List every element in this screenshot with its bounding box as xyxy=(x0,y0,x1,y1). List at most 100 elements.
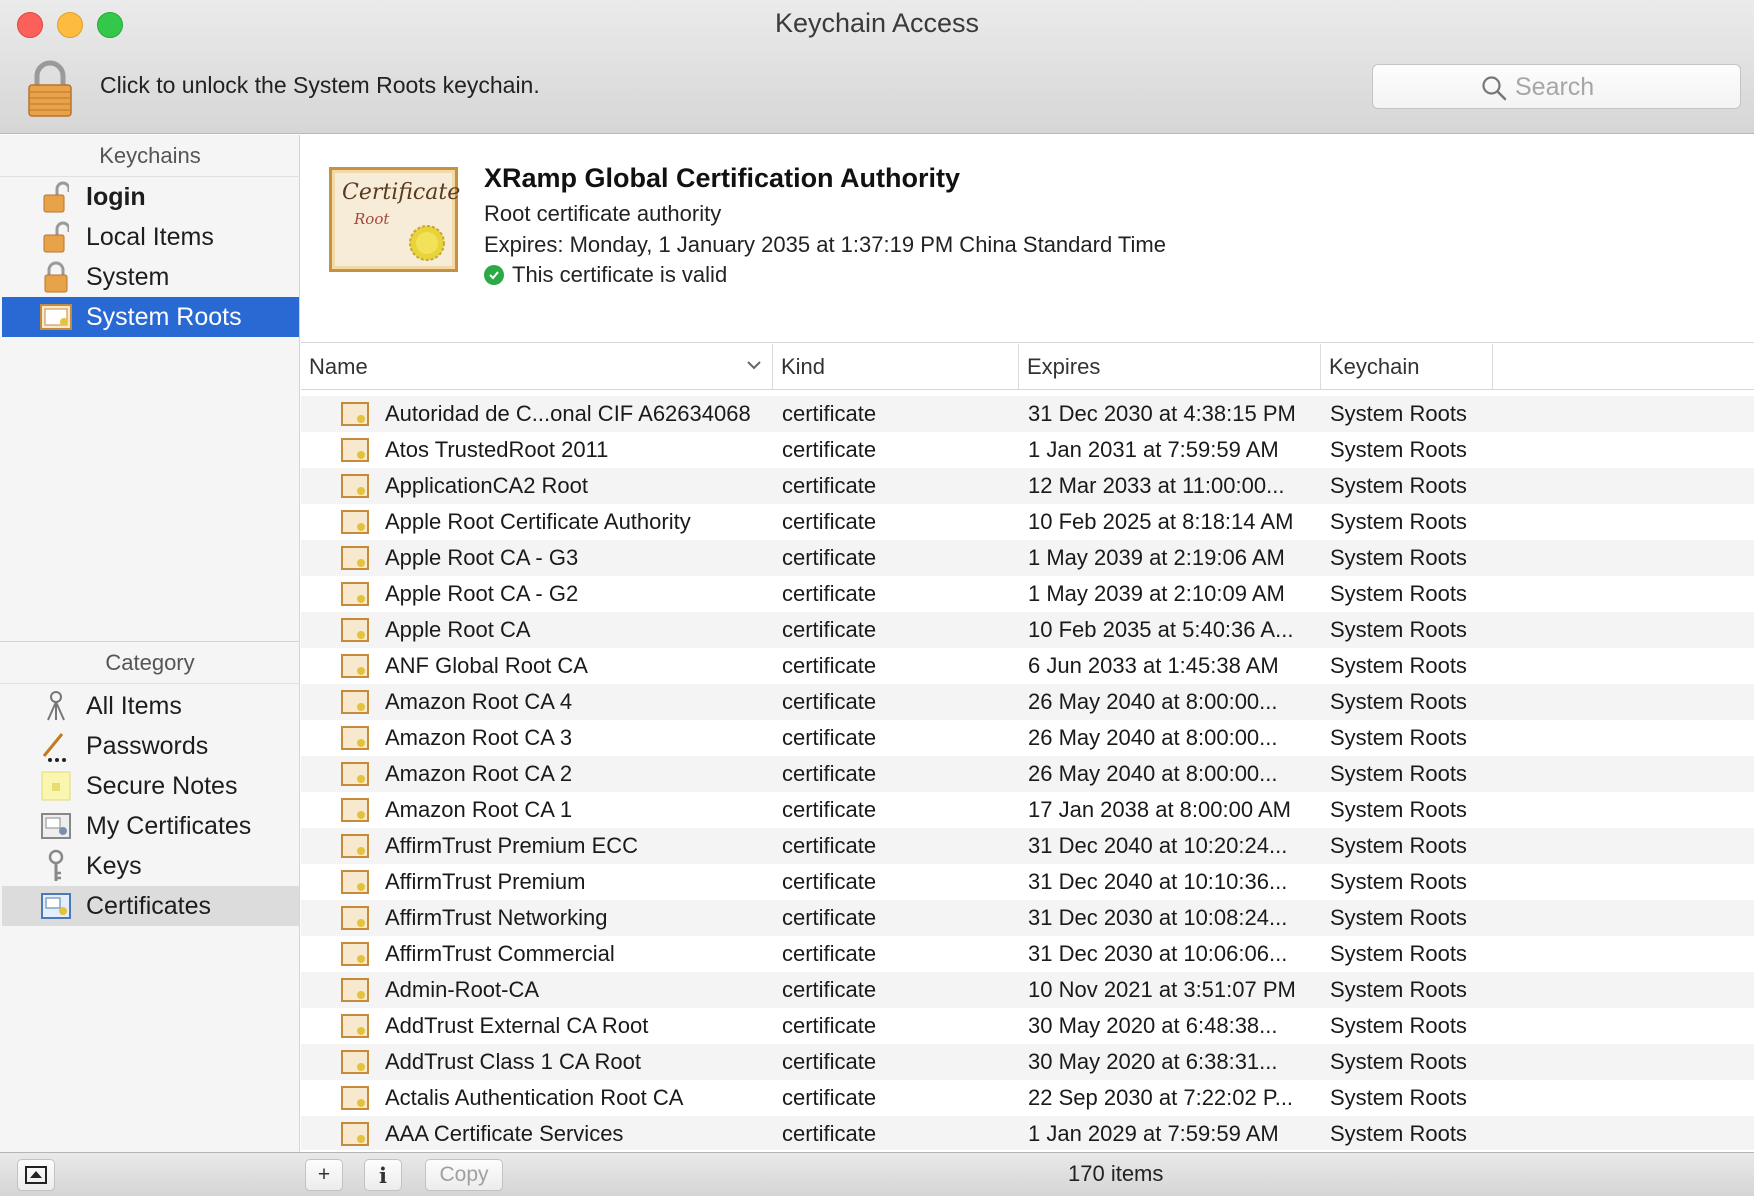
table-row[interactable]: Actalis Authentication Root CA certificat… xyxy=(301,1080,1754,1116)
cell-name: Actalis Authentication Root CA xyxy=(385,1085,684,1110)
table-row[interactable]: AddTrust External CA Root certificate 30 M… xyxy=(301,1008,1754,1044)
column-header-expires[interactable]: Expires xyxy=(1019,344,1321,390)
table-row[interactable]: AddTrust Class 1 CA Root certificate 30 Ma… xyxy=(301,1044,1754,1080)
cell-kind: certificate xyxy=(782,581,877,606)
table-row[interactable]: Atos TrustedRoot 2011 certificate 1 Jan 20… xyxy=(301,432,1754,468)
category-header: Category xyxy=(0,642,300,684)
table-row[interactable]: AffirmTrust Premium ECC certificate 31 Dec… xyxy=(301,828,1754,864)
cell-expires: 1 May 2039 at 2:10:09 AM xyxy=(1028,581,1285,606)
keychain-system-roots[interactable]: System Roots xyxy=(2,297,299,337)
table-row[interactable]: Amazon Root CA 2 certificate 26 May 2040 a… xyxy=(301,756,1754,792)
certificate-icon xyxy=(341,402,369,426)
unlock-message[interactable]: Click to unlock the System Roots keychai… xyxy=(100,72,540,99)
keychain-system[interactable]: System xyxy=(2,257,299,297)
table-row[interactable]: Apple Root Certificate Authority certific… xyxy=(301,504,1754,540)
padlock-icon xyxy=(38,259,74,295)
table-row[interactable]: AffirmTrust Networking certificate 31 Dec … xyxy=(301,900,1754,936)
column-label: Expires xyxy=(1027,354,1101,379)
category-all-items[interactable]: All Items xyxy=(2,686,299,726)
certificate-icon xyxy=(341,690,369,714)
category-my-certificates[interactable]: My Certificates xyxy=(2,806,299,846)
chevron-down-icon xyxy=(747,361,761,370)
table-header: Name Kind Expires Keychain xyxy=(301,344,1754,390)
table-row[interactable]: Admin-Root-CA certificate 10 Nov 2021 at 3… xyxy=(301,972,1754,1008)
table-row[interactable]: Amazon Root CA 3 certificate 26 May 2040 a… xyxy=(301,720,1754,756)
category-keys[interactable]: Keys xyxy=(2,846,299,886)
keychain-local-items[interactable]: Local Items xyxy=(2,217,299,257)
certificate-icon xyxy=(341,726,369,750)
category-certificates[interactable]: Certificates xyxy=(2,886,299,926)
table-row[interactable]: ApplicationCA2 Root certificate 12 Mar 203… xyxy=(301,468,1754,504)
column-header-keychain[interactable]: Keychain xyxy=(1321,344,1493,390)
table-row[interactable]: Apple Root CA - G2 certificate 1 May 2039 … xyxy=(301,576,1754,612)
certificate-icon xyxy=(341,942,369,966)
table-row[interactable]: Autoridad de C...onal CIF A62634068 certi… xyxy=(301,396,1754,432)
table-row[interactable]: Apple Root CA - G3 certificate 1 May 2039 … xyxy=(301,540,1754,576)
table-row[interactable]: ANF Global Root CA certificate 6 Jun 2033 … xyxy=(301,648,1754,684)
add-button[interactable]: + xyxy=(305,1159,343,1191)
cell-keychain: System Roots xyxy=(1330,869,1467,894)
info-button[interactable]: i xyxy=(364,1159,402,1191)
certificate-icon xyxy=(341,1014,369,1038)
certificate-icon xyxy=(341,870,369,894)
column-header-name[interactable]: Name xyxy=(301,344,773,390)
category-label: My Certificates xyxy=(86,811,252,840)
cell-keychain: System Roots xyxy=(1330,617,1467,642)
certificate-summary: Certificate Root XRamp Global Certificat… xyxy=(301,135,1754,343)
cell-expires: 22 Sep 2030 at 7:22:02 P... xyxy=(1028,1085,1294,1110)
cell-kind: certificate xyxy=(782,1121,877,1146)
category-label: Keys xyxy=(86,851,142,880)
cell-expires: 12 Mar 2033 at 11:00:00... xyxy=(1028,473,1285,498)
padlock-icon[interactable] xyxy=(26,58,74,118)
column-header-kind[interactable]: Kind xyxy=(773,344,1019,390)
cell-name: Apple Root CA - G2 xyxy=(385,581,579,606)
certificate-icon-text: Certificate xyxy=(342,180,461,205)
cell-name: Admin-Root-CA xyxy=(385,977,540,1002)
cell-expires: 30 May 2020 at 6:38:31... xyxy=(1028,1049,1278,1074)
cell-keychain: System Roots xyxy=(1330,1013,1467,1038)
cell-kind: certificate xyxy=(782,437,877,462)
category-secure-notes[interactable]: Secure Notes xyxy=(2,766,299,806)
table-row[interactable]: AffirmTrust Premium certificate 31 Dec 204… xyxy=(301,864,1754,900)
note-icon xyxy=(38,768,74,804)
search-input[interactable] xyxy=(1515,70,1725,104)
certificate-icon xyxy=(341,978,369,1002)
cell-name: Autoridad de C...onal CIF A62634068 xyxy=(385,401,751,426)
cell-name: AffirmTrust Commercial xyxy=(385,941,615,966)
cell-kind: certificate xyxy=(782,689,877,714)
cell-expires: 26 May 2040 at 8:00:00... xyxy=(1028,761,1278,786)
category-passwords[interactable]: Passwords xyxy=(2,726,299,766)
cell-kind: certificate xyxy=(782,545,877,570)
cell-expires: 6 Jun 2033 at 1:45:38 AM xyxy=(1028,653,1279,678)
certificate-icon xyxy=(341,582,369,606)
cell-kind: certificate xyxy=(782,1049,877,1074)
table-row[interactable]: AffirmTrust Commercial certificate 31 Dec … xyxy=(301,936,1754,972)
certificate-status-text: This certificate is valid xyxy=(512,262,728,287)
cell-kind: certificate xyxy=(782,869,877,894)
certificate-icon xyxy=(341,438,369,462)
copy-button[interactable]: Copy xyxy=(425,1159,503,1191)
cell-keychain: System Roots xyxy=(1330,473,1467,498)
my-certificate-icon xyxy=(38,808,74,844)
cell-keychain: System Roots xyxy=(1330,1085,1467,1110)
keychain-label: System Roots xyxy=(86,302,242,331)
cell-expires: 10 Feb 2035 at 5:40:36 A... xyxy=(1028,617,1294,642)
sidebar-toggle-button[interactable] xyxy=(17,1159,55,1191)
table-row[interactable]: Apple Root CA certificate 10 Feb 2035 at 5… xyxy=(301,612,1754,648)
eject-icon xyxy=(25,1166,47,1184)
cell-kind: certificate xyxy=(782,509,877,534)
table-row[interactable]: Amazon Root CA 1 certificate 17 Jan 2038 a… xyxy=(301,792,1754,828)
cell-keychain: System Roots xyxy=(1330,653,1467,678)
table-row[interactable]: Amazon Root CA 4 certificate 26 May 2040 a… xyxy=(301,684,1754,720)
cell-name: Amazon Root CA 4 xyxy=(385,689,573,714)
keychain-login[interactable]: login xyxy=(2,177,299,217)
category-label: Passwords xyxy=(86,731,209,760)
cell-name: Amazon Root CA 3 xyxy=(385,725,573,750)
window-title: Keychain Access xyxy=(774,8,980,38)
certificate-icon xyxy=(341,798,369,822)
search-field[interactable] xyxy=(1372,64,1741,109)
cell-expires: 1 May 2039 at 2:19:06 AM xyxy=(1028,545,1285,570)
cell-kind: certificate xyxy=(782,941,877,966)
checkmark-icon xyxy=(484,265,504,285)
table-row[interactable]: AAA Certificate Services certificate 1 Jan… xyxy=(301,1116,1754,1150)
